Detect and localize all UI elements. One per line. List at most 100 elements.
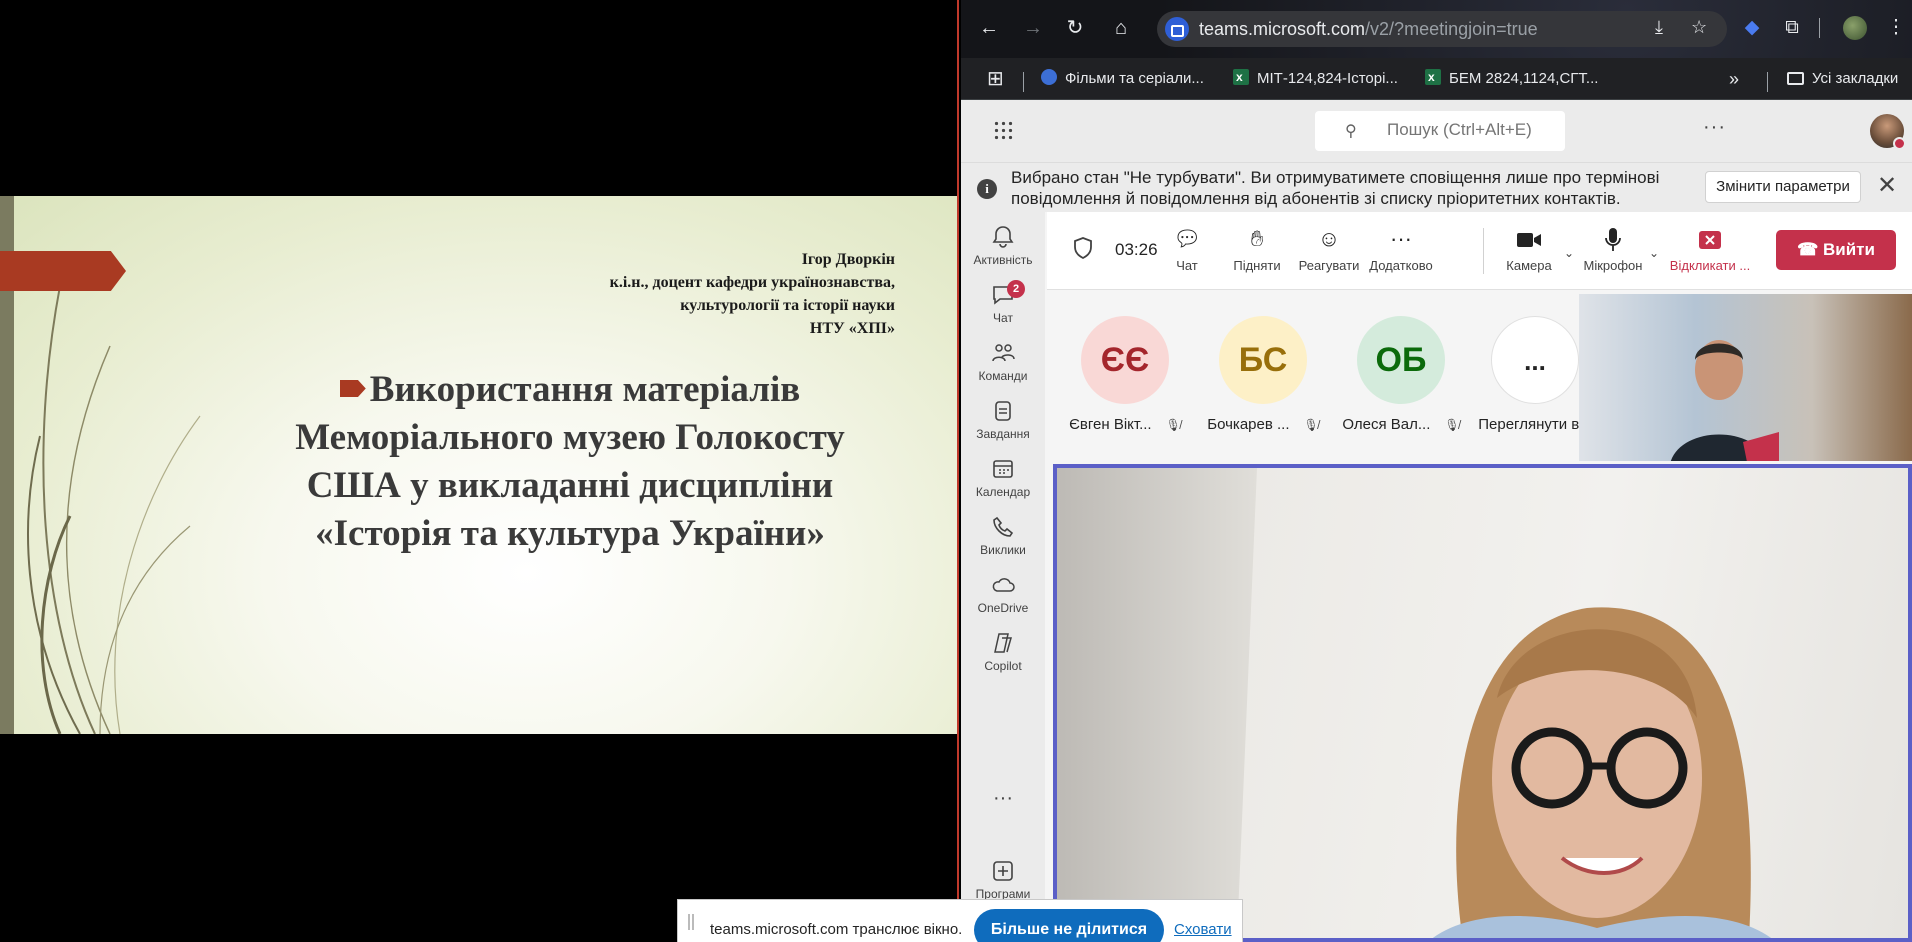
menu-icon[interactable]: ⋮ <box>1883 14 1909 42</box>
participant-name: Олеся Вал... <box>1342 416 1431 433</box>
more-options-icon[interactable]: ··· <box>1703 116 1726 139</box>
react-button[interactable]: ☺ Реагувати <box>1293 224 1365 273</box>
extension-icon[interactable]: ◆ <box>1739 14 1765 42</box>
participants-row: ЄЄ Євген Вікт... 🎙︎̸ БС Бочкарев ... 🎙︎̸ О… <box>1047 290 1912 461</box>
back-icon[interactable]: ← <box>975 14 1003 42</box>
calendar-icon <box>993 460 1013 478</box>
participant-avatar: ЄЄ <box>1081 316 1169 404</box>
bookmark-films[interactable]: Фільми та серіали... <box>1041 64 1204 94</box>
excel-icon <box>1425 62 1441 92</box>
participant-avatar: БС <box>1219 316 1307 404</box>
slide: Ігор Дворкін к.і.н., доцент кафедри укра… <box>0 196 957 734</box>
address-bar[interactable]: teams.microsoft.com/v2/?meetingjoin=true… <box>1157 11 1727 47</box>
person-video <box>1671 340 1779 461</box>
chat-button[interactable]: 💬︎ Чат <box>1151 224 1223 273</box>
drag-handle-icon[interactable] <box>688 914 694 930</box>
bookmarks-bar: ⊞ Фільми та серіали... МІТ-124,824-Істор… <box>961 58 1912 100</box>
bookmark-mit[interactable]: МІТ-124,824-Історі... <box>1233 62 1398 94</box>
banner-text: Вибрано стан "Не турбувати". Ви отримува… <box>1011 168 1660 208</box>
rail-teams[interactable]: Команди <box>961 340 1045 383</box>
rail-calls[interactable]: Виклики <box>961 514 1045 557</box>
app-launcher-icon[interactable] <box>993 120 1013 140</box>
home-icon[interactable]: ⌂ <box>1107 14 1135 42</box>
title-line-2: Меморіального музею Голокосту <box>295 417 845 458</box>
hand-icon: ✋︎ <box>1250 226 1264 251</box>
participant-name: Євген Вікт... <box>1069 416 1152 433</box>
participant-tile[interactable]: БС Бочкарев ... 🎙︎̸ <box>1203 316 1323 434</box>
rail-calendar[interactable]: Календар <box>961 456 1045 499</box>
search-icon: ⚲ <box>1345 123 1357 140</box>
view-all-participants[interactable]: ... Переглянути в... <box>1475 316 1595 434</box>
hide-link[interactable]: Сховати <box>1174 921 1232 938</box>
participant-avatar: ОБ <box>1357 316 1445 404</box>
smile-icon: ☺ <box>1317 226 1341 251</box>
slide-title: Використання матеріалів Меморіального му… <box>250 366 890 558</box>
leave-button[interactable]: ☎︎ Вийти <box>1776 230 1896 270</box>
meeting-control-bar: 03:26 💬︎ Чат ✋︎ Підняти ☺ Реагувати ··· … <box>1047 212 1912 290</box>
teams-icon <box>992 344 1015 362</box>
shield-icon[interactable] <box>1073 236 1093 260</box>
presentation-window: Ігор Дворкін к.і.н., доцент кафедри укра… <box>0 0 959 942</box>
title-line-4: «Історія та культура України» <box>315 513 825 554</box>
browser-window: ← → ↻ ⌂ teams.microsoft.com/v2/?meetingj… <box>961 0 1912 942</box>
author-position: к.і.н., доцент кафедри українознавства, <box>609 274 895 291</box>
rail-more-icon[interactable]: ··· <box>961 788 1045 808</box>
author-name: Ігор Дворкін <box>801 251 895 268</box>
more-icon: ··· <box>1390 226 1412 251</box>
puzzle-icon[interactable]: ⧉ <box>1779 14 1805 42</box>
camera-button[interactable]: Камера <box>1493 224 1565 273</box>
microphone-icon <box>1577 224 1649 254</box>
rail-apps[interactable]: Програми <box>961 858 1045 901</box>
reload-icon[interactable]: ↻ <box>1061 14 1089 42</box>
teams-site-icon <box>1165 17 1189 41</box>
rail-copilot[interactable]: Copilot <box>961 630 1045 673</box>
tasks-icon <box>995 401 1011 421</box>
star-icon[interactable]: ☆ <box>1691 17 1707 38</box>
search-box[interactable]: ⚲ <box>1315 111 1565 151</box>
profile-avatar[interactable] <box>1843 16 1867 40</box>
stop-sharing-bar-button[interactable]: Більше не ділитися <box>974 909 1164 942</box>
main-speaker-video <box>1053 464 1912 942</box>
user-avatar[interactable] <box>1870 114 1906 150</box>
app-rail: Активність 2 Чат Команди Завдання Календ… <box>961 212 1045 942</box>
mic-button[interactable]: Мікрофон <box>1577 224 1649 273</box>
rail-chat[interactable]: 2 Чат <box>961 280 1045 325</box>
author-department: культурології та історії науки <box>680 297 895 314</box>
install-icon[interactable]: ⤓ <box>1655 17 1663 38</box>
mic-chevron-icon[interactable]: ⌄ <box>1649 246 1659 260</box>
raise-hand-button[interactable]: ✋︎ Підняти <box>1221 224 1293 273</box>
rail-tasks[interactable]: Завдання <box>961 398 1045 441</box>
forward-icon[interactable]: → <box>1019 14 1047 42</box>
rail-activity[interactable]: Активність <box>961 224 1045 267</box>
excel-icon <box>1233 62 1249 92</box>
mic-off-icon: 🎙︎̸ <box>1303 418 1319 432</box>
info-icon: i <box>977 179 997 199</box>
share-status-text: teams.microsoft.com транслює вікно. <box>710 921 963 938</box>
url-text: teams.microsoft.com/v2/?meetingjoin=true <box>1199 19 1538 39</box>
participant-tile[interactable]: ОБ Олеся Вал... 🎙︎̸ <box>1341 316 1461 434</box>
search-input[interactable] <box>1387 120 1557 140</box>
bookmarks-overflow[interactable]: » <box>1729 64 1739 94</box>
more-actions-button[interactable]: ··· Додатково <box>1365 224 1437 273</box>
copilot-icon <box>994 633 1012 653</box>
title-bullet-icon <box>339 380 366 398</box>
dnd-banner: i Вибрано стан "Не турбувати". Ви отриму… <box>961 162 1912 212</box>
bookmark-bem[interactable]: БЕМ 2824,1124,СГТ... <box>1425 62 1598 94</box>
participant-tile[interactable]: ЄЄ Євген Вікт... 🎙︎̸ <box>1065 316 1185 434</box>
bookmark-favicon-icon <box>1041 69 1057 85</box>
view-all-label: Переглянути в... <box>1478 416 1592 433</box>
browser-toolbar: ← → ↻ ⌂ teams.microsoft.com/v2/?meetingj… <box>961 0 1912 58</box>
camera-chevron-icon[interactable]: ⌄ <box>1564 246 1574 260</box>
more-participants-icon: ... <box>1491 316 1579 404</box>
apps-icon[interactable]: ⊞ <box>987 64 1004 94</box>
stop-sharing-button[interactable]: Відкликати ... <box>1668 224 1752 273</box>
all-bookmarks[interactable]: Усі закладки <box>1787 64 1898 94</box>
title-line-1: Використання матеріалів <box>369 369 801 410</box>
close-icon[interactable]: ✕ <box>1877 171 1897 200</box>
stop-share-icon <box>1668 224 1752 254</box>
change-settings-button[interactable]: Змінити параметри <box>1705 171 1861 203</box>
screen-share-bar: teams.microsoft.com транслює вікно. Біль… <box>677 899 1243 942</box>
rail-onedrive[interactable]: OneDrive <box>961 572 1045 615</box>
bell-icon <box>992 226 1014 248</box>
mic-off-icon: 🎙︎̸ <box>1444 418 1460 432</box>
